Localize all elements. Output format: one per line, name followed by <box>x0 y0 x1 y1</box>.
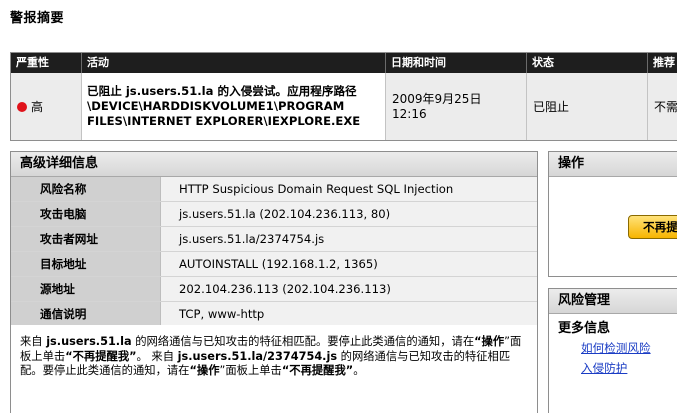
severity-cell: 高 <box>11 73 81 140</box>
description-action-name: “操作 <box>474 335 505 348</box>
activity-cell: 已阻止 js.users.51.la 的入侵尝试。应用程序路径 \DEVICE\… <box>81 73 385 140</box>
description-dismiss-name: “不再提醒我” <box>65 349 137 363</box>
severity-label: 高 <box>31 100 44 114</box>
page-title: 警报摘要 <box>10 11 65 26</box>
detail-value: HTTP Suspicious Domain Request SQL Injec… <box>161 177 537 201</box>
detail-row-target-address: 目标地址 AUTOINSTALL (192.168.1.2, 1365) <box>11 252 537 277</box>
description-host: js.users.51.la <box>46 335 132 348</box>
detail-key: 源地址 <box>11 277 161 301</box>
risk-management-panel: 风险管理 更多信息 如何检测风险 入侵防护 <box>548 288 677 413</box>
detail-value: 202.104.236.113 (202.104.236.113) <box>161 277 537 301</box>
column-header-severity[interactable]: 严重性 <box>11 53 81 73</box>
datetime-cell: 2009年9月25日 12:16 <box>385 73 526 140</box>
detail-value: js.users.51.la (202.104.236.113, 80) <box>161 202 537 226</box>
column-header-status[interactable]: 状态 <box>526 53 647 73</box>
alert-summary-table: 严重性 活动 日期和时间 状态 推荐 高 已阻止 js.users.51.la … <box>10 52 677 141</box>
detail-key: 攻击者网址 <box>11 227 161 251</box>
more-info-heading: 更多信息 <box>558 321 611 336</box>
description-segment: 的网络通信与已知攻击的特征相匹配。要停止此类通信的通知，请在 <box>131 335 475 348</box>
description-segment: 来自 <box>20 335 47 348</box>
column-header-recommendation[interactable]: 推荐 <box>647 53 677 73</box>
detail-value: TCP, www-http <box>161 302 537 326</box>
how-to-detect-risk-link[interactable]: 如何检测风险 <box>581 340 651 356</box>
date-text: 2009年9月25日 <box>392 91 482 106</box>
detail-value: js.users.51.la/2374754.js <box>161 227 537 251</box>
advanced-details-panel: 高级详细信息 风险名称 HTTP Suspicious Domain Reque… <box>10 151 538 413</box>
panel-title: 高级详细信息 <box>11 152 537 177</box>
detail-row-traffic-description: 通信说明 TCP, www-http <box>11 302 537 327</box>
description-text: 来自 js.users.51.la 的网络通信与已知攻击的特征相匹配。要停止此类… <box>11 325 537 413</box>
description-segment: 。 <box>353 364 365 377</box>
activity-line: 已阻止 js.users.51.la 的入侵尝试。应用程序路径 <box>87 84 357 98</box>
recommendation-cell: 不需 <box>647 73 677 140</box>
description-action-name: “操作 <box>189 364 220 377</box>
activity-line: FILES\INTERNET EXPLORER\IEXPLORE.EXE <box>87 114 361 128</box>
detail-key: 目标地址 <box>11 252 161 276</box>
panel-title: 操作 <box>549 152 677 177</box>
table-row[interactable]: 高 已阻止 js.users.51.la 的入侵尝试。应用程序路径 \DEVIC… <box>11 73 677 140</box>
activity-line: \DEVICE\HARDDISKVOLUME1\PROGRAM <box>87 99 345 113</box>
high-severity-dot-icon <box>17 101 27 112</box>
description-dismiss-name: “不再提醒我” <box>281 364 354 377</box>
column-header-datetime[interactable]: 日期和时间 <box>385 53 526 73</box>
detail-row-attacking-computer: 攻击电脑 js.users.51.la (202.104.236.113, 80… <box>11 202 537 227</box>
intrusion-prevention-link[interactable]: 入侵防护 <box>581 360 627 376</box>
actions-panel: 操作 不再提醒我 <box>548 151 677 277</box>
detail-key: 攻击电脑 <box>11 202 161 226</box>
detail-row-source-address: 源地址 202.104.236.113 (202.104.236.113) <box>11 277 537 302</box>
table-header: 严重性 活动 日期和时间 状态 推荐 <box>11 53 677 73</box>
description-host: js.users.51.la/2374754.js <box>177 349 338 363</box>
panel-title: 风险管理 <box>549 289 677 314</box>
detail-row-risk-name: 风险名称 HTTP Suspicious Domain Request SQL … <box>11 177 537 202</box>
description-segment: 。 来自 <box>136 349 178 363</box>
time-text: 12:16 <box>392 106 427 121</box>
status-cell: 已阻止 <box>526 73 647 140</box>
dismiss-button[interactable]: 不再提醒我 <box>628 215 677 239</box>
detail-key: 通信说明 <box>11 302 161 326</box>
description-segment: ”面板上单击 <box>219 364 282 377</box>
detail-value: AUTOINSTALL (192.168.1.2, 1365) <box>161 252 537 276</box>
column-header-activity[interactable]: 活动 <box>81 53 385 73</box>
detail-key: 风险名称 <box>11 177 161 201</box>
detail-row-attacker-url: 攻击者网址 js.users.51.la/2374754.js <box>11 227 537 252</box>
